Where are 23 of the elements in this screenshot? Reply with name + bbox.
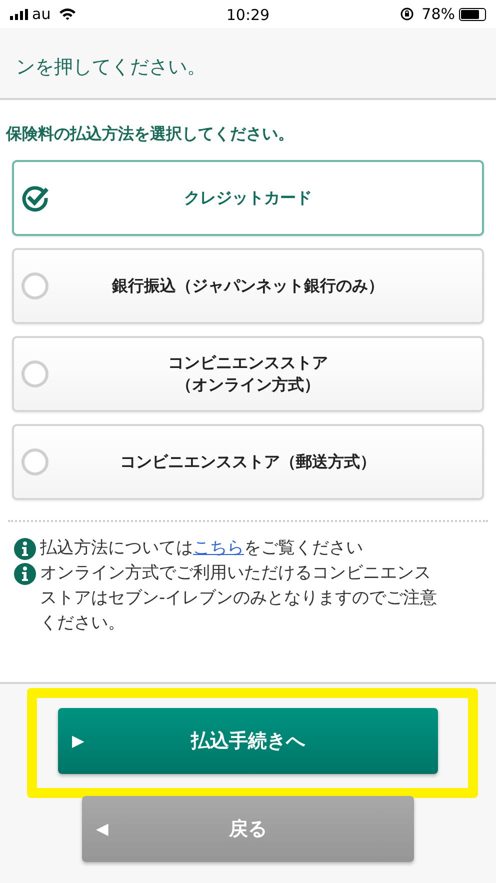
check-circle-icon	[20, 183, 50, 213]
instruction-text: ンを押してください。	[16, 55, 207, 80]
info-icon	[14, 538, 36, 560]
note-text: 払込方法については こちら をご覧ください	[40, 537, 363, 560]
note-text: オンライン方式でご利用いただけるコンビニエンスストアはセブン-イレブンのみとなりますのでご注意ください。	[40, 562, 438, 635]
link[interactable]: こちら	[193, 538, 244, 558]
battery-percent: 78%	[422, 4, 455, 25]
payment-option[interactable]: コンビニエンスストア（郵送方式）	[12, 424, 484, 500]
carrier-name: au	[32, 4, 51, 25]
question-text: 保険料の払込方法を選択してください。	[4, 123, 295, 145]
proceed-button[interactable]: ▶ 払込手続きへ	[58, 708, 438, 774]
payment-option[interactable]: 銀行振込（ジャパンネット銀行のみ）	[12, 248, 484, 324]
signal-icon	[10, 8, 28, 20]
wifi-icon	[58, 8, 76, 20]
info-icon	[14, 563, 36, 585]
radio-icon	[20, 359, 50, 389]
payment-option[interactable]: コンビニエンスストア （オンライン方式）	[12, 336, 484, 412]
rotation-lock-icon	[400, 7, 414, 21]
clock: 10:29	[226, 6, 270, 24]
radio-icon	[20, 271, 50, 301]
payment-option[interactable]: クレジットカード	[12, 160, 484, 236]
battery-icon	[459, 8, 486, 20]
radio-icon	[20, 447, 50, 477]
